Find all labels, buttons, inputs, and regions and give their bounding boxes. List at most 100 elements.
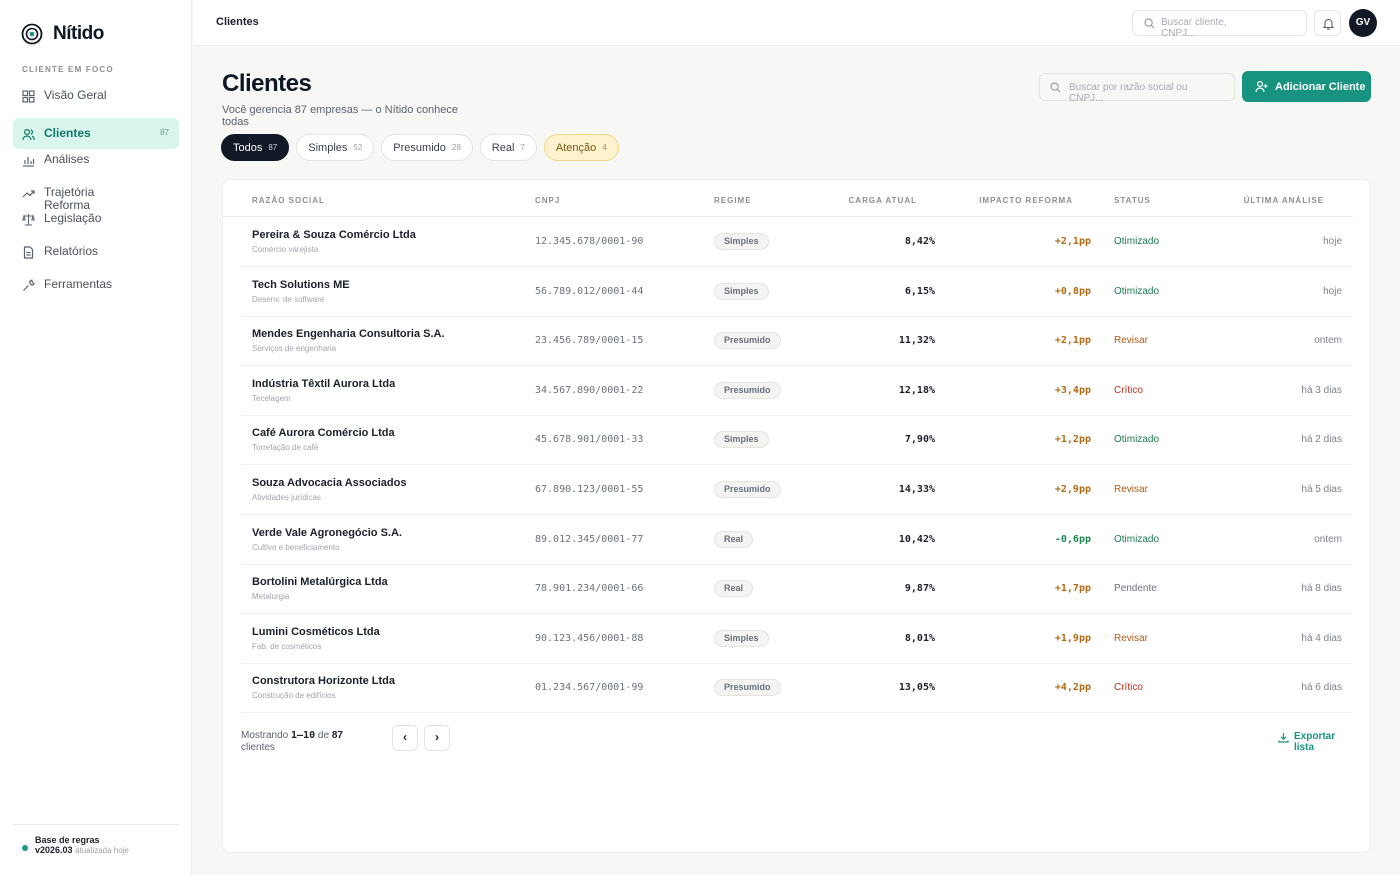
client-name[interactable]: Indústria Têxtil Aurora Ltda — [252, 378, 395, 390]
last-analysis: há 8 dias — [1301, 583, 1342, 595]
column-header-razao-social[interactable]: RAZÃO SOCIAL — [252, 196, 325, 205]
sidebar-item-ferramentas[interactable]: Ferramentas — [13, 274, 179, 307]
regime-badge: Real — [714, 530, 754, 548]
global-search-input[interactable]: Buscar cliente, CNPJ... — [1132, 10, 1307, 39]
table-row[interactable]: Mendes Engenharia Consultoria S.A. Serviç… — [241, 316, 1353, 367]
avatar[interactable]: GV — [1349, 9, 1377, 37]
download-icon — [1278, 733, 1289, 743]
table-row[interactable]: Souza Advocacia Associados Atividades jur… — [241, 465, 1353, 515]
sidebar-item-analises[interactable]: Análises — [13, 149, 179, 182]
notifications-button[interactable] — [1314, 10, 1341, 36]
table-row[interactable]: Construtora Horizonte Ltda Construção de … — [241, 663, 1353, 714]
next-page-button[interactable]: › — [424, 725, 450, 751]
client-name[interactable]: Souza Advocacia Associados — [252, 477, 406, 489]
status-label: Otimizado — [1114, 434, 1160, 446]
sidebar-item-legislacao[interactable]: Legislação — [13, 208, 179, 241]
pager-total: 87 — [331, 730, 343, 741]
sidebar-item-label: Clientes — [44, 126, 91, 140]
column-header-status[interactable]: STATUS — [1114, 196, 1151, 205]
current-tax-load: 9,87% — [904, 583, 935, 595]
add-client-button[interactable]: Adicionar Cliente — [1242, 71, 1371, 102]
table-row[interactable]: Pereira & Souza Comércio Ltda Comércio va… — [241, 217, 1353, 267]
client-cnpj: 67.890.123/0001-55 — [535, 484, 644, 495]
regime-badge: Simples — [714, 629, 769, 647]
users-icon — [22, 128, 35, 141]
sidebar-item-relatorios[interactable]: Relatórios — [13, 241, 179, 274]
pagination-summary: Mostrando 1–10 de 87 clientes — [241, 730, 371, 754]
client-activity: Serviços de engenharia — [252, 344, 337, 354]
client-name[interactable]: Pereira & Souza Comércio Ltda — [252, 229, 416, 241]
table-row[interactable]: Indústria Têxtil Aurora Ltda Tecelagem 34.… — [241, 366, 1353, 416]
filter-count: 4 — [602, 143, 607, 152]
current-tax-load: 8,42% — [904, 236, 935, 247]
table-row[interactable]: Lumini Cosméticos Ltda Fab. de cosméticos… — [241, 614, 1353, 664]
prev-page-button[interactable]: ‹ — [392, 725, 418, 751]
filter-simples[interactable]: Simples 52 — [296, 134, 375, 161]
regime-badge: Real — [714, 580, 754, 598]
brand-logo[interactable]: Nítido — [21, 23, 104, 45]
pager-prefix: Mostrando — [241, 730, 289, 741]
regime-badge: Simples — [714, 431, 769, 449]
regime-badge: Simples — [714, 282, 769, 300]
brand-name: Nítido — [53, 23, 104, 44]
client-name[interactable]: Mendes Engenharia Consultoria S.A. — [252, 328, 445, 340]
current-tax-load: 8,01% — [904, 632, 935, 644]
client-cnpj: 23.456.789/0001-15 — [535, 335, 644, 347]
current-tax-load: 12,18% — [898, 384, 935, 396]
sidebar-nav: Visão Geral Clientes 87 Análises Trajetó… — [13, 85, 179, 307]
reform-impact: +0,8pp — [1054, 285, 1091, 297]
reform-impact: +2,1pp — [1054, 236, 1091, 247]
export-label: Exportar lista — [1294, 731, 1336, 753]
client-search-input[interactable]: Buscar por razão social ou CNPJ... — [1039, 73, 1235, 104]
reform-impact: +3,4pp — [1054, 384, 1091, 396]
column-header-ultima-analise[interactable]: ÚLTIMA ANÁLISE — [1244, 196, 1324, 205]
reform-impact: +1,9pp — [1054, 632, 1091, 644]
client-name[interactable]: Lumini Cosméticos Ltda — [252, 626, 380, 638]
rules-base-status: Base de regras v2026.03 atualizada hoje — [13, 824, 179, 856]
status-dot — [22, 845, 28, 851]
current-tax-load: 14,33% — [898, 484, 935, 495]
column-header-cnpj[interactable]: CNPJ — [535, 196, 560, 205]
column-header-impacto-reforma[interactable]: IMPACTO REFORMA — [979, 196, 1073, 205]
page-subtitle: Você gerencia 87 empresas — o Nítido con… — [222, 104, 459, 128]
column-header-carga-atual[interactable]: CARGA ATUAL — [849, 196, 917, 205]
client-cnpj: 90.123.456/0001-88 — [535, 632, 644, 644]
client-name[interactable]: Bortolini Metalúrgica Ltda — [252, 576, 388, 588]
filter-count: 52 — [353, 143, 363, 152]
reform-impact: +1,7pp — [1054, 583, 1091, 595]
export-list-button[interactable]: Exportar lista — [1278, 731, 1348, 753]
current-tax-load: 7,90% — [904, 434, 935, 446]
client-activity: Desenv. de software — [252, 294, 325, 304]
column-header-regime[interactable]: REGIME — [714, 196, 752, 205]
reform-impact: +2,1pp — [1054, 335, 1091, 347]
table-row[interactable]: Bortolini Metalúrgica Ltda Metalurgia 78.9… — [241, 564, 1353, 615]
sidebar-item-label: Legislação — [44, 211, 102, 225]
table-row[interactable]: Verde Vale Agronegócio S.A. Cultivo e ben… — [241, 515, 1353, 565]
page-title: Clientes — [222, 70, 312, 97]
sidebar-item-visao-geral[interactable]: Visão Geral — [13, 85, 179, 118]
sidebar-item-clientes[interactable]: Clientes 87 — [13, 118, 179, 149]
sidebar-section-label: CLIENTE EM FOCO — [22, 65, 114, 74]
sidebar-item-label: Ferramentas — [44, 277, 113, 291]
regime-badge: Presumido — [714, 381, 781, 399]
last-analysis: há 2 dias — [1301, 434, 1342, 446]
status-label: Otimizado — [1114, 533, 1160, 545]
filter-todos[interactable]: Todos 87 — [221, 134, 290, 161]
client-cnpj: 45.678.901/0001-33 — [535, 434, 644, 446]
table-row[interactable]: Café Aurora Comércio Ltda Torrefação de c… — [241, 415, 1353, 466]
client-name[interactable]: Café Aurora Comércio Ltda — [252, 427, 395, 439]
status-label: Revisar — [1114, 632, 1148, 644]
filter-real[interactable]: Real 7 — [479, 134, 537, 161]
search-placeholder: Buscar cliente, CNPJ... — [1161, 17, 1227, 39]
table-row[interactable]: Tech Solutions ME Desenv. de software 56.7… — [241, 267, 1353, 317]
client-cnpj: 12.345.678/0001-90 — [535, 236, 644, 247]
client-name[interactable]: Verde Vale Agronegócio S.A. — [252, 527, 402, 539]
filter-presumido[interactable]: Presumido 28 — [381, 134, 473, 161]
breadcrumb: Clientes — [216, 16, 259, 28]
filter-atencao[interactable]: Atenção 4 — [543, 134, 619, 161]
logo-mark-icon — [21, 23, 43, 45]
status-label: Crítico — [1114, 384, 1143, 396]
filter-count: 7 — [520, 143, 525, 152]
client-name[interactable]: Tech Solutions ME — [252, 279, 350, 291]
client-name[interactable]: Construtora Horizonte Ltda — [252, 675, 395, 687]
